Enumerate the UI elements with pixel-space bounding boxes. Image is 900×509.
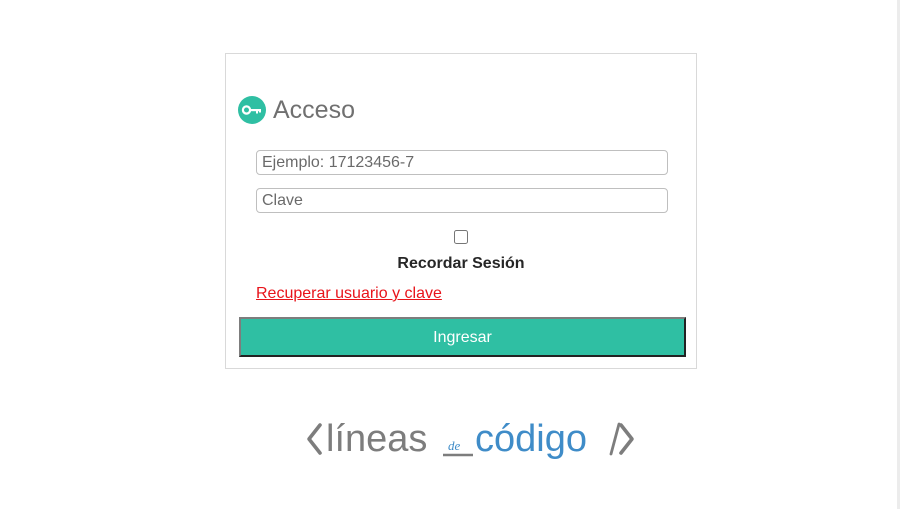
login-submit-button[interactable]: Ingresar (239, 317, 686, 357)
username-input[interactable] (256, 150, 668, 175)
logo-word-lineas: líneas (326, 418, 427, 460)
logo-left-chevron (307, 423, 322, 455)
card-header: Acceso (238, 95, 355, 125)
login-card: Acceso Recordar Sesión Recuperar usuario… (225, 53, 697, 369)
password-input[interactable] (256, 188, 668, 213)
key-icon (238, 96, 266, 124)
logo-slash (609, 422, 621, 456)
recover-credentials-link[interactable]: Recuperar usuario y clave (256, 284, 442, 304)
logo-right-chevron (619, 423, 634, 455)
logo-word-codigo: código (475, 418, 587, 460)
remember-session-label: Recordar Sesión (397, 255, 525, 272)
page-title: Acceso (273, 96, 355, 124)
logo-word-de: de (448, 438, 461, 453)
remember-session-checkbox[interactable] (454, 230, 468, 244)
brand-logo: líneas de código (303, 408, 639, 468)
